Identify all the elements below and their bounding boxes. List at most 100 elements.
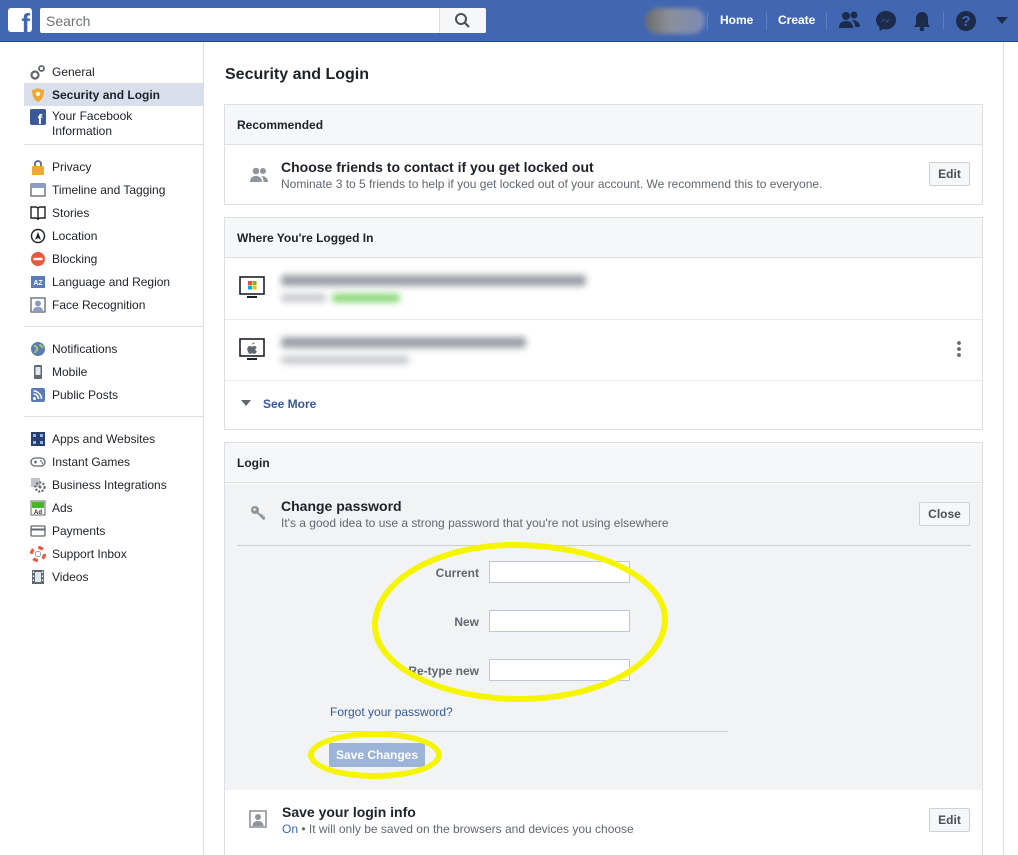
search-box [40, 8, 486, 33]
key-icon [251, 506, 266, 521]
timeline-icon [30, 182, 46, 198]
sidebar-item-face-recognition[interactable]: Face Recognition [24, 293, 204, 316]
trusted-contacts-title: Choose friends to contact if you get loc… [281, 159, 594, 175]
trusted-contacts-description: Nominate 3 to 5 friends to help if you g… [281, 177, 823, 191]
sidebar-item-videos[interactable]: Videos [24, 565, 204, 588]
content-border [1003, 42, 1004, 855]
rss-icon [30, 387, 46, 403]
nav-divider [766, 12, 767, 30]
sidebar-item-instant-games[interactable]: Instant Games [24, 450, 204, 473]
sidebar-item-label: Instant Games [52, 454, 131, 469]
session-detail-blurred [281, 294, 326, 302]
sidebar-item-label: General [52, 64, 95, 79]
sidebar-item-language-and-region[interactable]: AZ Language and Region [24, 270, 204, 293]
trusted-contacts-edit-button[interactable]: Edit [929, 162, 970, 186]
new-password-field[interactable] [489, 610, 630, 632]
sidebar-item-business-integrations[interactable]: Business Integrations [24, 473, 204, 496]
lifebuoy-icon [30, 545, 46, 562]
session-device-blurred [281, 337, 526, 348]
row-divider [225, 380, 982, 381]
save-login-info-text: • It will only be saved on the browsers … [298, 822, 634, 836]
sidebar-item-timeline-and-tagging[interactable]: Timeline and Tagging [24, 178, 204, 201]
save-login-info-title: Save your login info [282, 804, 416, 820]
nav-divider [826, 12, 827, 30]
sidebar-item-stories[interactable]: Stories [24, 201, 204, 224]
film-icon [30, 569, 46, 585]
svg-text:Ad: Ad [34, 510, 42, 516]
current-password-field[interactable] [489, 561, 630, 583]
top-bar: f Home Create ? [0, 0, 1018, 42]
ads-icon: Ad [30, 500, 46, 516]
globe-icon [30, 341, 46, 357]
friends-icon[interactable] [838, 10, 862, 32]
sidebar-separator [24, 144, 204, 145]
sidebar-item-privacy[interactable]: Privacy [24, 155, 204, 178]
search-button[interactable] [439, 8, 486, 33]
facebook-logo-icon[interactable]: f [8, 8, 32, 32]
help-icon[interactable]: ? [955, 10, 977, 32]
sidebar-item-support-inbox[interactable]: Support Inbox [24, 542, 204, 565]
more-options-icon[interactable] [956, 340, 962, 358]
settings-sidebar: General Security and Login f Your Facebo… [24, 60, 204, 588]
create-link[interactable]: Create [778, 13, 815, 27]
forgot-password-link[interactable]: Forgot your password? [330, 705, 453, 719]
gear-icon [30, 64, 46, 80]
save-login-info-edit-button[interactable]: Edit [929, 808, 970, 832]
shield-icon [30, 87, 46, 103]
sidebar-item-label: Stories [52, 205, 90, 220]
block-icon [30, 251, 46, 267]
home-link[interactable]: Home [720, 13, 753, 27]
session-device-blurred [281, 275, 586, 286]
profile-avatar[interactable] [645, 8, 705, 34]
recommended-card: Recommended Choose friends to contact if… [224, 104, 983, 205]
notifications-bell-icon[interactable] [912, 10, 932, 32]
account-menu-chevron-down-icon[interactable] [995, 16, 1009, 26]
sidebar-item-notifications[interactable]: Notifications [24, 337, 204, 360]
where-logged-in-card: Where You're Logged In See More [224, 217, 983, 430]
lock-icon [30, 159, 46, 175]
mac-desktop-icon [239, 338, 265, 360]
book-icon [30, 205, 46, 221]
sidebar-item-mobile[interactable]: Mobile [24, 360, 204, 383]
sidebar-item-your-facebook-information[interactable]: f Your Facebook Information [24, 106, 204, 142]
facebook-icon: f [30, 109, 46, 125]
sidebar-item-location[interactable]: Location [24, 224, 204, 247]
sidebar-item-label: Apps and Websites [52, 431, 156, 446]
location-icon [30, 228, 46, 244]
search-icon [455, 13, 470, 28]
save-changes-button[interactable]: Save Changes [329, 743, 425, 767]
nav-divider [943, 12, 944, 30]
sidebar-item-label: Business Integrations [52, 477, 167, 492]
sidebar-item-security-and-login[interactable]: Security and Login [24, 83, 204, 106]
card-header: Recommended [225, 105, 982, 145]
retype-password-field[interactable] [489, 659, 630, 681]
sidebar-item-public-posts[interactable]: Public Posts [24, 383, 204, 406]
sidebar-item-label: Timeline and Tagging [52, 182, 166, 197]
language-icon: AZ [30, 274, 46, 290]
windows-desktop-icon [239, 276, 265, 298]
login-card: Login Change password It's a good idea t… [224, 442, 983, 855]
save-login-info-description: On • It will only be saved on the browse… [282, 822, 634, 836]
sidebar-item-label: Security and Login [52, 87, 161, 102]
search-input[interactable] [40, 8, 438, 33]
retype-password-label: Re-type new [408, 664, 479, 678]
panel-divider [237, 545, 971, 546]
sidebar-separator [24, 416, 204, 417]
see-more-link[interactable]: See More [263, 397, 316, 411]
sidebar-item-label: Ads [52, 500, 73, 515]
sidebar-item-apps-and-websites[interactable]: Apps and Websites [24, 427, 204, 450]
apps-icon [30, 431, 46, 447]
new-password-label: New [454, 615, 479, 629]
sidebar-item-label: Videos [52, 569, 89, 584]
sidebar-item-label: Mobile [52, 364, 88, 379]
sidebar-item-label: Public Posts [52, 387, 119, 402]
card-header: Login [225, 443, 982, 483]
face-icon [30, 296, 46, 313]
sidebar-item-label: Support Inbox [52, 546, 127, 561]
sidebar-item-payments[interactable]: Payments [24, 519, 204, 542]
close-button[interactable]: Close [919, 502, 970, 526]
sidebar-item-ads[interactable]: Ad Ads [24, 496, 204, 519]
messenger-icon[interactable] [875, 10, 897, 32]
sidebar-item-general[interactable]: General [24, 60, 204, 83]
sidebar-item-blocking[interactable]: Blocking [24, 247, 204, 270]
